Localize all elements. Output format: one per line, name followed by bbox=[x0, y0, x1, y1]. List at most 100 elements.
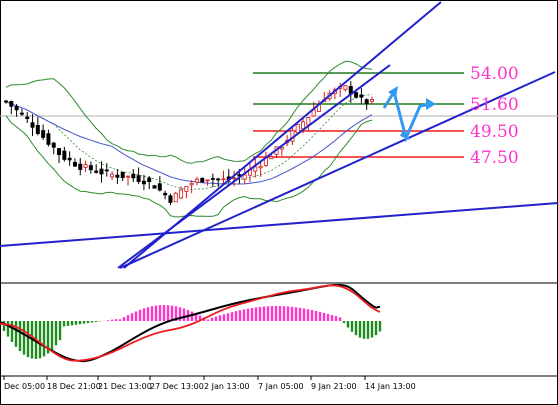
histogram-bar bbox=[310, 310, 314, 321]
candle-body bbox=[200, 177, 205, 183]
candle-body bbox=[189, 182, 194, 186]
forex-chart: 54.00 51.60 49.50 47.50 Dec 05:00 18 Dec 21:… bbox=[0, 0, 558, 405]
histogram-bar bbox=[158, 305, 162, 321]
histogram-bar bbox=[90, 321, 94, 323]
histogram-bar bbox=[298, 307, 302, 321]
candle-body bbox=[141, 180, 146, 185]
level-label: 49.50 bbox=[470, 122, 519, 142]
candle-body bbox=[216, 178, 221, 181]
histogram-bar bbox=[18, 321, 22, 352]
candle-body bbox=[232, 177, 237, 180]
histogram-bar bbox=[230, 312, 234, 321]
histogram-bar bbox=[262, 306, 266, 321]
histogram-bar bbox=[138, 309, 142, 321]
histogram-bar bbox=[330, 315, 334, 321]
candle-body bbox=[115, 174, 120, 178]
histogram-bar bbox=[162, 305, 166, 321]
histogram-bar bbox=[14, 321, 18, 347]
price-level-lines bbox=[0, 72, 558, 158]
candle-body bbox=[184, 186, 189, 192]
candle-body bbox=[269, 156, 274, 160]
histogram-bar bbox=[150, 306, 154, 321]
histogram-bar bbox=[50, 321, 54, 350]
candle-body bbox=[99, 168, 104, 175]
histogram-bar bbox=[322, 312, 326, 321]
x-tick-label: 7 Jan 05:00 bbox=[258, 382, 304, 391]
histogram-bar bbox=[122, 317, 126, 321]
candle-body bbox=[14, 106, 19, 111]
histogram-bar bbox=[78, 321, 82, 325]
x-axis-ticks: Dec 05:00 18 Dec 21:0021 Dec 13:0027 Dec … bbox=[3, 376, 416, 391]
histogram-bar bbox=[306, 309, 310, 321]
histogram-bar bbox=[130, 313, 134, 321]
forecast-arrow-head bbox=[426, 98, 436, 110]
candle-body bbox=[30, 122, 35, 128]
histogram-bar bbox=[38, 321, 42, 359]
histogram-bar bbox=[242, 309, 246, 321]
histogram-bar bbox=[314, 310, 318, 321]
x-tick-label: 14 Jan 13:00 bbox=[365, 382, 416, 391]
histogram-bar bbox=[222, 314, 226, 321]
level-label: 47.50 bbox=[470, 148, 519, 168]
histogram-bar bbox=[170, 305, 174, 321]
x-tick-label: 2 Jan 13:00 bbox=[204, 382, 250, 391]
histogram-bar bbox=[374, 321, 378, 336]
level-label: 51.60 bbox=[470, 95, 519, 115]
candle-body bbox=[88, 165, 93, 171]
candle-body bbox=[152, 185, 157, 189]
histogram-bar bbox=[334, 316, 338, 321]
histogram-bar bbox=[142, 308, 146, 321]
histogram-bar bbox=[354, 321, 358, 336]
histogram-bar bbox=[70, 321, 74, 326]
candle-body bbox=[51, 142, 56, 148]
candle-body bbox=[126, 175, 131, 178]
candle-body bbox=[295, 124, 300, 134]
histogram-bar bbox=[66, 321, 70, 326]
candle-body bbox=[210, 178, 215, 180]
histogram-bar bbox=[182, 308, 186, 321]
histogram-bar bbox=[206, 319, 210, 321]
histogram-bar bbox=[82, 321, 86, 324]
histogram-bar bbox=[246, 308, 250, 321]
histogram-bar bbox=[318, 311, 322, 321]
candle-body bbox=[157, 183, 162, 191]
candle-body bbox=[120, 171, 125, 179]
candle-body bbox=[67, 157, 72, 161]
histogram-bar bbox=[126, 315, 130, 321]
histogram-bar bbox=[10, 321, 14, 342]
histogram-bar bbox=[58, 321, 62, 341]
candle-body bbox=[4, 100, 9, 103]
histogram-bar bbox=[234, 311, 238, 321]
histogram-bar bbox=[286, 306, 290, 321]
histogram-bar bbox=[210, 317, 214, 321]
x-tick-label: 21 Dec 13:00 bbox=[98, 382, 152, 391]
histogram-bar bbox=[274, 306, 278, 321]
x-tick-label: 27 Dec 13:00 bbox=[150, 382, 204, 391]
candle-body bbox=[78, 163, 83, 170]
candle-body bbox=[369, 99, 374, 102]
histogram-bar bbox=[54, 321, 58, 346]
histogram-bar bbox=[250, 308, 254, 321]
histogram-bar bbox=[94, 321, 98, 322]
candle-body bbox=[72, 161, 77, 167]
candle-body bbox=[205, 179, 210, 182]
histogram-bar bbox=[62, 321, 66, 327]
candle-body bbox=[343, 85, 348, 91]
histogram-bar bbox=[366, 321, 370, 339]
histogram-bar bbox=[302, 308, 306, 321]
histogram-bar bbox=[6, 321, 10, 337]
histogram-bar bbox=[214, 316, 218, 321]
candle-body bbox=[110, 173, 115, 178]
candle-body bbox=[83, 164, 88, 168]
candle-body bbox=[306, 117, 311, 126]
candle-body bbox=[9, 100, 14, 107]
candle-body bbox=[35, 125, 40, 134]
histogram-bar bbox=[42, 321, 46, 357]
histogram-bar bbox=[218, 315, 222, 321]
histogram-bar bbox=[338, 317, 342, 321]
histogram-bar bbox=[266, 306, 270, 321]
histogram-bar bbox=[134, 311, 138, 321]
chart-frame bbox=[0, 0, 558, 405]
chart-canvas: 54.00 51.60 49.50 47.50 Dec 05:00 18 Dec 21:… bbox=[0, 0, 558, 405]
histogram-bar bbox=[114, 319, 118, 321]
